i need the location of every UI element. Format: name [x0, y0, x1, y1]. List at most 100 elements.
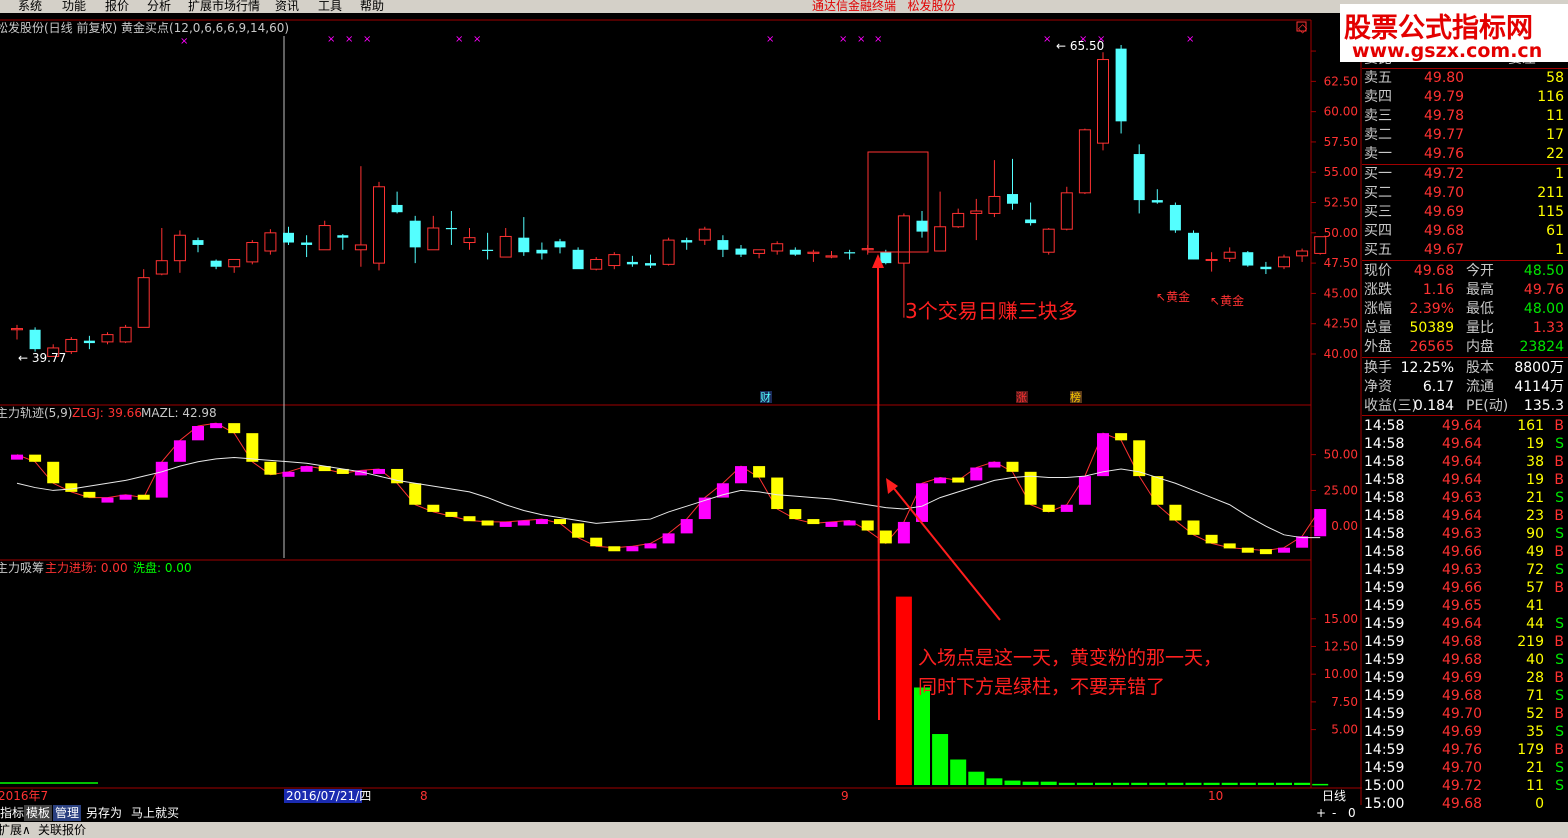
- candle-body: [228, 258, 241, 268]
- wash-bar: [1095, 782, 1111, 785]
- tick-price: 49.69: [1442, 670, 1483, 686]
- zlgj-bar: [988, 461, 1001, 468]
- zlgj-bar: [119, 494, 132, 500]
- wash-bar: [932, 734, 949, 785]
- candle-body: [970, 210, 983, 214]
- signal-x-marker: ×: [839, 34, 847, 45]
- price-tick-label: 50.00: [1324, 226, 1358, 240]
- annotation-entry-line2: 同时下方是绿柱，不要弄错了: [918, 676, 1165, 698]
- tick-row: 14:59 49.68 71 S: [1362, 687, 1568, 705]
- tick-volume: 38: [1526, 454, 1544, 470]
- fund-label: 股本: [1466, 360, 1494, 376]
- stat-label: 最低: [1466, 301, 1494, 317]
- finance-event-text: 财: [760, 390, 771, 404]
- zlgj-bar: [1314, 509, 1327, 537]
- zlgj-bar: [11, 454, 23, 460]
- tab-manage[interactable]: 管理: [53, 805, 82, 821]
- zlgj-bar: [47, 461, 60, 484]
- chart-area[interactable]: 松发股份(日线 前复权) 黄金买点(12,0,6,6,6,9,14,60) ◇ …: [0, 0, 1362, 805]
- tick-time: 15:00: [1364, 778, 1405, 794]
- zlgj-bar: [879, 530, 892, 544]
- candle-body: [482, 249, 494, 251]
- tick-volume: 19: [1526, 436, 1544, 452]
- candle-body: [626, 261, 638, 265]
- bid-row: 买二 49.70 211: [1362, 184, 1568, 202]
- tick-side: S: [1555, 562, 1564, 578]
- candle-body: [210, 260, 222, 267]
- tab-save-as[interactable]: 另存为: [84, 805, 124, 821]
- zlgj-bar: [590, 537, 603, 547]
- wash-bar: [1004, 780, 1021, 785]
- tick-volume: 161: [1517, 418, 1544, 434]
- tick-time: 14:58: [1364, 526, 1405, 542]
- tick-time: 14:58: [1364, 508, 1405, 524]
- zoom-reset-button[interactable]: 0: [1346, 805, 1358, 821]
- tick-row: 14:58 49.64 161 B: [1362, 417, 1568, 435]
- tick-row: 14:59 49.63 72 S: [1362, 561, 1568, 579]
- zlgj-bar: [554, 519, 566, 525]
- candle-body: [1278, 256, 1290, 268]
- tab-template[interactable]: 模板: [24, 805, 53, 821]
- tick-price: 49.64: [1442, 616, 1483, 632]
- stat-label: 今开: [1466, 263, 1494, 279]
- annotations: 3个交易日赚三块多 入场点是这一天，黄变粉的那一天， 同时下方是绿柱，不要弄错了…: [18, 39, 1244, 721]
- tick-row: 14:58 49.64 38 B: [1362, 453, 1568, 471]
- candle-body: [137, 277, 150, 328]
- tick-price: 49.68: [1442, 688, 1483, 704]
- bid-row: 买一 49.72 1: [1362, 165, 1568, 183]
- date-cursor: 2016/07/21/四: [286, 789, 371, 803]
- ind2-tick-label: 15.00: [1324, 612, 1358, 626]
- tick-side: S: [1555, 688, 1564, 704]
- ask-label: 卖二: [1364, 127, 1392, 143]
- bid-row: 买五 49.67 1: [1362, 241, 1568, 259]
- zlgj-bar: [192, 426, 204, 441]
- zlgj-bar: [300, 466, 313, 472]
- candle-body: [1097, 59, 1109, 144]
- related-quote-button[interactable]: 关联报价: [38, 822, 86, 838]
- zlgj-bar: [771, 477, 784, 510]
- zoom-out-button[interactable]: -: [1330, 805, 1338, 821]
- price-axis: 6562.5060.0057.5055.0052.5050.0047.5045.…: [1311, 44, 1358, 361]
- tab-buy-now[interactable]: 马上就买: [129, 805, 181, 821]
- candle-body: [283, 232, 294, 243]
- date-axis: 2016年7 2016/07/21/四 8 9 10 日线: [0, 789, 1346, 803]
- tick-price: 49.70: [1442, 706, 1483, 722]
- zlgj-bar: [753, 466, 766, 478]
- bid-label: 买五: [1364, 242, 1392, 258]
- wash-bar: [914, 687, 930, 785]
- bid-label: 买一: [1364, 166, 1392, 182]
- signal-x-marker: ×: [473, 34, 481, 45]
- zlgj-bar: [535, 519, 548, 525]
- tick-price: 49.63: [1442, 490, 1483, 506]
- candle-body: [246, 242, 259, 263]
- zlgj-bar: [825, 521, 838, 527]
- fund-value: 6.17: [1422, 379, 1454, 395]
- tab-indicator[interactable]: 指标: [0, 805, 26, 821]
- signal-x-marker: ×: [874, 34, 882, 45]
- ask-row: 卖五 49.80 58: [1362, 69, 1568, 87]
- tick-time: 14:58: [1364, 490, 1405, 506]
- tick-time: 14:59: [1364, 580, 1405, 596]
- zlgj-bar: [916, 483, 928, 522]
- zlgj-bar: [572, 523, 585, 538]
- wash-bar: [1312, 783, 1329, 786]
- wash-bar: [1076, 782, 1093, 785]
- expand-button[interactable]: 扩展∧: [0, 822, 31, 838]
- wash-bar: [1022, 781, 1039, 785]
- ind2-tick-label: 7.50: [1331, 695, 1358, 709]
- signal-x-marker: ×: [363, 34, 371, 45]
- zlgj-bar: [373, 468, 385, 474]
- zoom-in-button[interactable]: +: [1314, 805, 1328, 821]
- watermark-logo: 股票公式指标网 www.gszx.com.cn: [1340, 4, 1568, 62]
- candle-body: [1060, 192, 1073, 230]
- tick-price: 49.63: [1442, 562, 1483, 578]
- ranking-event-text: 榜: [1070, 390, 1081, 404]
- fundamental-row: 换手 12.25% 股本 8800万: [1362, 359, 1568, 377]
- candle-body: [264, 232, 277, 252]
- wash-bar: [1239, 782, 1256, 785]
- wash-bar: [1113, 782, 1130, 785]
- zlgj-bar: [1278, 547, 1290, 553]
- tick-side: S: [1555, 778, 1564, 794]
- tick-time: 14:59: [1364, 706, 1405, 722]
- tick-time: 14:58: [1364, 454, 1405, 470]
